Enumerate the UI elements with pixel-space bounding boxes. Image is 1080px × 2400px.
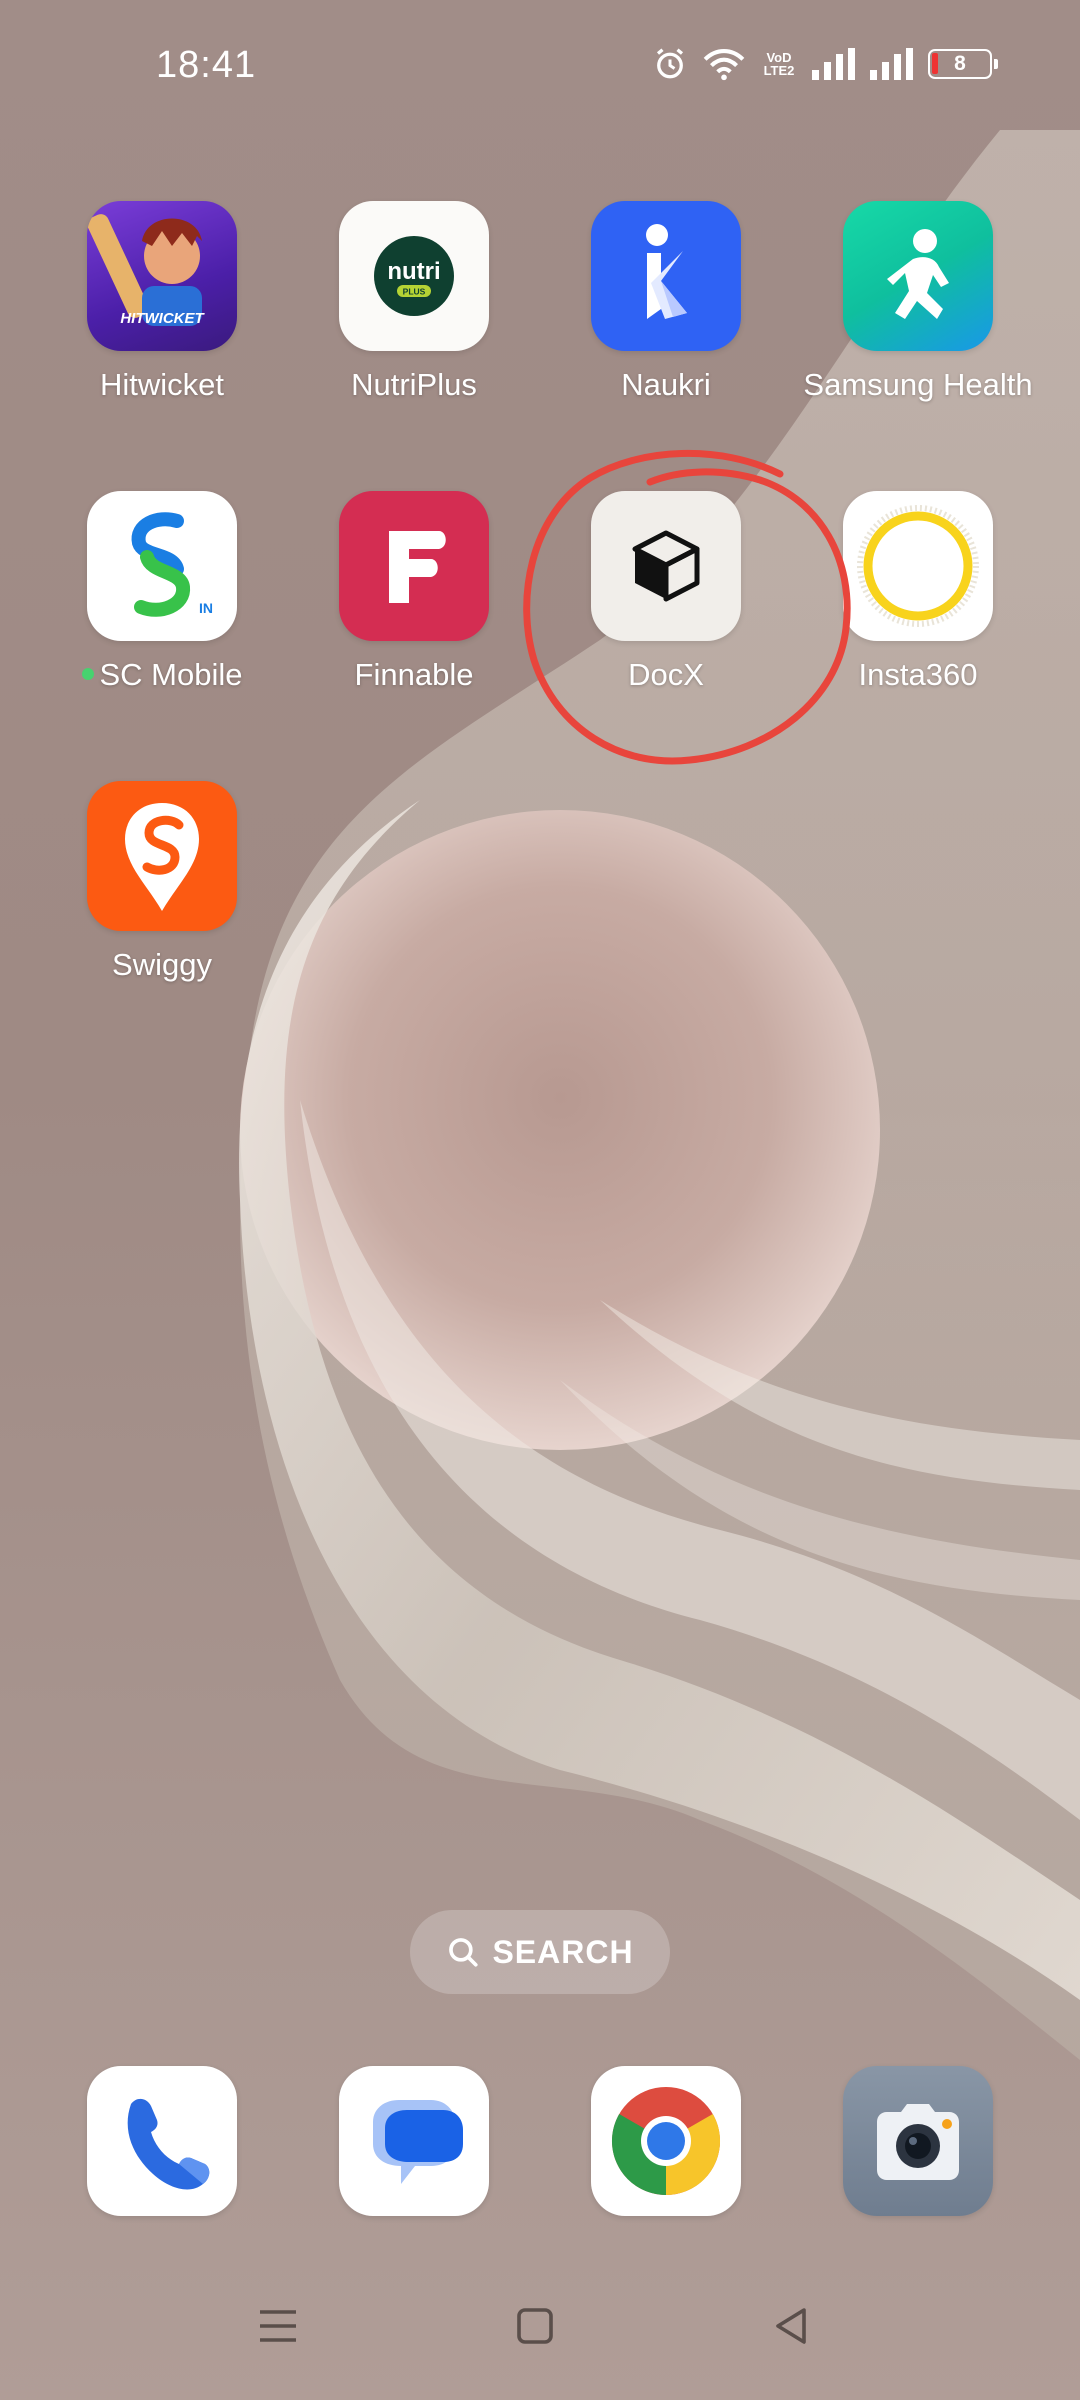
app-nutriplus[interactable]: nutri PLUS NutriPlus bbox=[289, 201, 539, 441]
sc-mobile-icon: IN bbox=[87, 491, 237, 641]
insta360-icon bbox=[843, 491, 993, 641]
app-label: Hitwicket bbox=[99, 367, 224, 402]
app-label: DocX bbox=[628, 657, 704, 692]
docx-cube-icon bbox=[591, 491, 741, 641]
app-finnable[interactable]: Finnable bbox=[289, 491, 539, 731]
messages-icon bbox=[373, 2100, 463, 2184]
battery-icon: 8 bbox=[928, 49, 998, 79]
back-icon bbox=[776, 2308, 806, 2344]
svg-text:IN: IN bbox=[199, 600, 213, 616]
app-samsung-health[interactable]: Samsung Health bbox=[793, 201, 1043, 441]
phone-icon bbox=[127, 2098, 210, 2190]
app-insta360[interactable]: Insta360 bbox=[793, 491, 1043, 731]
hitwicket-icon: HITWICKET bbox=[87, 201, 237, 351]
camera-icon bbox=[877, 2104, 959, 2180]
naukri-icon bbox=[591, 201, 741, 351]
app-label: Naukri bbox=[621, 367, 711, 402]
app-label: Finnable bbox=[354, 657, 474, 692]
search-label: SEARCH bbox=[492, 1933, 634, 1970]
battery-level: 8 bbox=[954, 52, 966, 75]
app-hitwicket[interactable]: HITWICKET Hitwicket bbox=[37, 201, 287, 441]
signal-icon bbox=[812, 48, 855, 80]
status-time: 18:41 bbox=[156, 44, 257, 86]
app-label: SC Mobile bbox=[99, 657, 243, 692]
nutriplus-icon: nutri PLUS bbox=[339, 201, 489, 351]
swiggy-icon bbox=[87, 781, 237, 931]
app-docx[interactable]: DocX bbox=[541, 491, 791, 731]
dock-phone[interactable] bbox=[87, 2066, 237, 2216]
home-icon bbox=[517, 2308, 553, 2344]
app-label: Swiggy bbox=[112, 947, 212, 982]
app-sc-mobile[interactable]: IN SC Mobile bbox=[37, 491, 287, 731]
samsung-health-icon bbox=[843, 201, 993, 351]
nav-home-button[interactable] bbox=[505, 2296, 565, 2356]
dock-messages[interactable] bbox=[339, 2066, 489, 2216]
nav-back-button[interactable] bbox=[762, 2296, 822, 2356]
app-label: Samsung Health bbox=[803, 367, 1033, 402]
dock-camera[interactable] bbox=[843, 2066, 993, 2216]
app-label-wrap: SC Mobile bbox=[17, 657, 307, 693]
menu-icon bbox=[260, 2310, 296, 2342]
chrome-icon bbox=[611, 2087, 721, 2195]
volte-icon: VoD LTE2 bbox=[763, 50, 795, 78]
svg-text:nutri: nutri bbox=[387, 258, 440, 285]
status-icons: VoD LTE2 8 bbox=[652, 46, 998, 82]
app-label: Insta360 bbox=[858, 657, 978, 692]
search-icon bbox=[449, 1938, 479, 1967]
svg-text:PLUS: PLUS bbox=[403, 287, 426, 297]
new-indicator-dot bbox=[81, 667, 94, 680]
wifi-icon bbox=[703, 49, 745, 81]
signal-icon bbox=[870, 48, 913, 80]
status-bar: 18:41 VoD LTE2 8 bbox=[0, 0, 1080, 140]
app-swiggy[interactable]: Swiggy bbox=[37, 781, 287, 1021]
finnable-icon bbox=[339, 491, 489, 641]
alarm-icon bbox=[656, 48, 684, 79]
nav-menu-button[interactable] bbox=[248, 2296, 308, 2356]
app-naukri[interactable]: Naukri bbox=[541, 201, 791, 441]
svg-text:HITWICKET: HITWICKET bbox=[120, 310, 205, 327]
dock-chrome[interactable] bbox=[591, 2066, 741, 2216]
app-label: NutriPlus bbox=[351, 367, 477, 402]
search-button[interactable]: SEARCH bbox=[410, 1910, 670, 1994]
